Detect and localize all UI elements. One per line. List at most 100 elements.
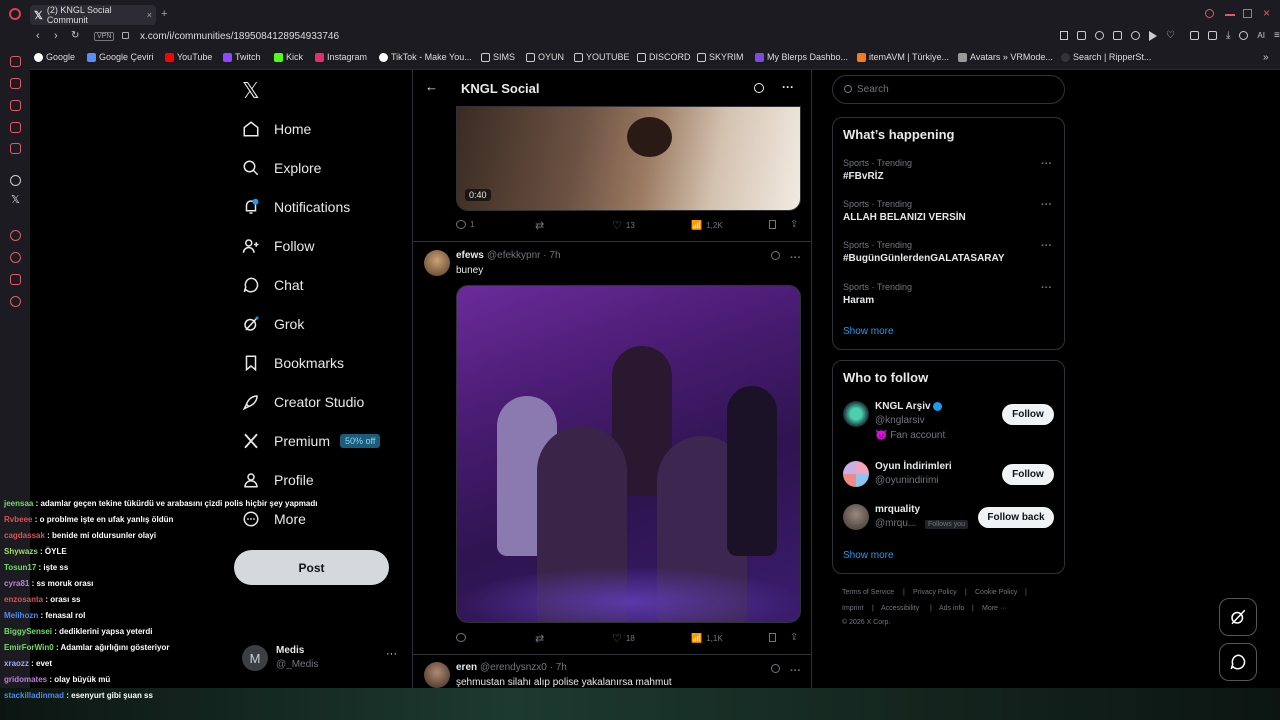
bookmark-vrmodels[interactable]: Avatars » VRMode... [958, 52, 1053, 62]
post-more-icon[interactable]: ··· [790, 661, 801, 679]
sidebar-whatsapp-icon[interactable] [10, 78, 21, 89]
bookmark-instagram[interactable]: Instagram [315, 52, 367, 62]
camera-icon[interactable] [1131, 31, 1140, 40]
nav-profile[interactable]: Profile [242, 471, 314, 489]
grok-fab-button[interactable] [1219, 598, 1257, 636]
download-icon[interactable]: ⤓ [1226, 31, 1230, 41]
footer-link[interactable]: Terms of Service [842, 589, 894, 596]
footer-link[interactable]: Accessibility [881, 605, 919, 612]
trend-item[interactable]: Sports · Trending #FBvRİZ ··· [843, 158, 1058, 182]
share-button[interactable]: ⇪ [790, 219, 798, 230]
bookmark-folder-youtube[interactable]: YOUTUBE [574, 52, 630, 62]
trend-item[interactable]: Sports · Trending ALLAH BELANIZI VERSİN … [843, 199, 1058, 223]
who-to-follow-show-more-link[interactable]: Show more [843, 550, 894, 561]
like-button[interactable]: ♡ 13 [612, 219, 635, 232]
bookmark-itemavm[interactable]: itemAVM | Türkiye... [857, 52, 949, 62]
trend-more-icon[interactable]: ··· [1041, 240, 1052, 252]
sidebar-history-icon[interactable] [10, 252, 21, 263]
trend-more-icon[interactable]: ··· [1041, 158, 1052, 170]
url-field[interactable]: x.com/i/communities/1895084128954933746 [140, 31, 339, 42]
trends-show-more-link[interactable]: Show more [843, 326, 894, 337]
footer-link[interactable]: Privacy Policy [913, 589, 957, 596]
trend-more-icon[interactable]: ··· [1041, 282, 1052, 294]
views-button[interactable]: 📶 1,2K [691, 220, 723, 231]
nav-explore[interactable]: Explore [242, 159, 321, 177]
post-avatar[interactable] [424, 662, 450, 688]
share-button[interactable]: ⇪ [790, 632, 798, 643]
nav-more[interactable]: More [242, 510, 306, 528]
bookmark-button[interactable] [769, 220, 776, 229]
footer-link[interactable]: More ··· [982, 605, 1007, 612]
browser-tab[interactable]: 𝕏 (2) KNGL Social Communit × [30, 5, 156, 25]
messages-fab-button[interactable] [1219, 643, 1257, 681]
community-more-icon[interactable]: ··· [782, 80, 794, 94]
bookmark-folder-sims[interactable]: SIMS [481, 52, 515, 62]
opera-logo-icon[interactable] [9, 8, 21, 20]
bookmark-kick[interactable]: Kick [274, 52, 303, 62]
nav-follow[interactable]: Follow [242, 237, 314, 255]
shield-icon[interactable] [1095, 31, 1104, 40]
follow-back-button[interactable]: Follow back [978, 507, 1054, 528]
back-icon[interactable]: ‹ [36, 30, 40, 42]
bookmark-rippersearch[interactable]: Search | RipperSt... [1061, 52, 1151, 62]
sidebar-tabs-icon[interactable] [10, 230, 21, 241]
search-tabs-icon[interactable] [1205, 9, 1214, 18]
reply-button[interactable] [456, 633, 466, 642]
sidebar-pinboard-icon[interactable] [10, 274, 21, 285]
snapshot-icon[interactable] [1077, 31, 1086, 40]
repost-button[interactable]: ⇄ [535, 219, 544, 232]
bookmark-twitch[interactable]: Twitch [223, 52, 261, 62]
post-author-handle[interactable]: @efekkypnr · 7h [487, 250, 561, 261]
sidebar-telegram-icon[interactable] [10, 100, 21, 111]
nav-chat[interactable]: Chat [242, 276, 304, 294]
views-button[interactable]: 📶 1,1K [691, 633, 723, 644]
follow-button[interactable]: Follow [1002, 464, 1054, 485]
post-avatar[interactable] [424, 250, 450, 276]
trend-item[interactable]: Sports · Trending #BugünGünlerdenGALATAS… [843, 240, 1058, 264]
bookmark-google-ceviri[interactable]: Google Çeviri [87, 52, 154, 62]
x-home-logo[interactable]: 𝕏 [242, 78, 260, 104]
like-button[interactable]: ♡ 18 [612, 632, 635, 645]
bookmark-google[interactable]: Google [34, 52, 75, 62]
trend-more-icon[interactable]: ··· [1041, 199, 1052, 211]
suggested-user[interactable]: mrquality @mrqu... Follows you Follow ba… [843, 504, 1058, 534]
bookmarks-overflow-icon[interactable]: » [1263, 52, 1269, 63]
repost-button[interactable]: ⇄ [535, 632, 544, 645]
community-search-icon[interactable] [754, 83, 764, 93]
sidebar-instagram-icon[interactable] [10, 122, 21, 133]
post-button[interactable]: Post [234, 550, 389, 585]
follow-button[interactable]: Follow [1002, 404, 1054, 425]
bookmark-button[interactable] [769, 633, 776, 642]
grok-analyze-icon[interactable] [771, 664, 780, 673]
nav-premium[interactable]: Premium 50% off [242, 432, 381, 450]
video-player[interactable]: 0:40 [456, 106, 801, 211]
account-switcher[interactable]: M Medis @_Medis ··· [242, 644, 402, 674]
bookmark-folder-discord[interactable]: DISCORD [637, 52, 691, 62]
reply-button[interactable]: 1 [456, 220, 474, 229]
bookmark-folder-skyrim[interactable]: SKYRIM [697, 52, 744, 62]
wallet-icon[interactable] [1207, 31, 1217, 40]
nav-grok[interactable]: Grok [242, 315, 304, 333]
sidebar-settings-icon[interactable] [10, 296, 21, 307]
close-window-button[interactable]: × [1263, 6, 1270, 20]
easy-setup-icon[interactable] [1239, 31, 1249, 40]
footer-link[interactable]: Cookie Policy [975, 589, 1017, 596]
sidebar-music-icon[interactable] [10, 143, 21, 154]
extensions-icon[interactable] [1189, 31, 1199, 40]
adblock-icon[interactable] [1113, 31, 1122, 40]
sidebar-chatgpt-icon[interactable] [10, 175, 21, 186]
suggested-user[interactable]: KNGL Arşiv @knglarsiv 😈 Fan account Foll… [843, 401, 1058, 446]
sidebar-messenger-icon[interactable] [10, 56, 21, 67]
bookmark-tiktok[interactable]: TikTok - Make You... [379, 52, 472, 62]
bookmark-youtube[interactable]: YouTube [165, 52, 212, 62]
menu-icon[interactable]: ≡ [1274, 31, 1280, 41]
heart-icon[interactable]: ♡ [1166, 31, 1175, 41]
bookmark-blerps[interactable]: My Blerps Dashbo... [755, 52, 848, 62]
post-author-name[interactable]: eren [456, 662, 477, 673]
post-more-icon[interactable]: ··· [790, 248, 801, 266]
sidebar-x-icon[interactable]: 𝕏 [11, 193, 20, 206]
ai-button[interactable]: AI [1257, 31, 1265, 41]
maximize-button[interactable] [1243, 9, 1252, 18]
post-author-handle[interactable]: @erendysnzx0 · 7h [480, 662, 567, 673]
minimize-button[interactable] [1225, 14, 1235, 16]
